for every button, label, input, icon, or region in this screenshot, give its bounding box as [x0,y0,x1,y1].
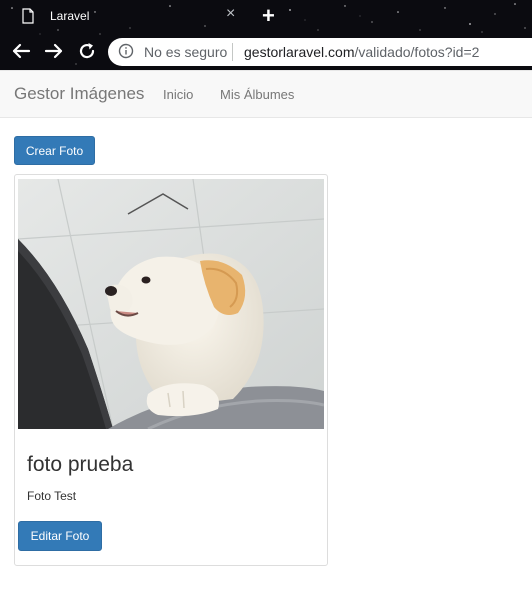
reload-icon[interactable] [76,40,98,62]
app-navbar: Gestor Imágenes Inicio Mis Álbumes [0,70,532,118]
photo-card: foto prueba Foto Test Editar Foto [14,174,328,566]
address-bar[interactable]: No es seguro gestorlaravel.com/validado/… [108,38,532,66]
url-text[interactable]: gestorlaravel.com/validado/fotos?id=2 [244,44,479,60]
nav-link-mis-albumes[interactable]: Mis Álbumes [220,87,294,102]
browser-chrome: Laravel × + No es seguro gestorlaravel.c… [0,0,532,70]
back-arrow-icon[interactable] [10,40,32,62]
url-path: /validado/fotos?id=2 [354,44,480,60]
new-tab-icon[interactable]: + [262,5,275,27]
edit-photo-button[interactable]: Editar Foto [18,521,102,551]
security-label: No es seguro [144,44,228,60]
document-icon [22,8,34,24]
forward-arrow-icon[interactable] [43,40,65,62]
info-icon[interactable] [118,43,134,59]
browser-tab[interactable]: Laravel × [8,4,248,30]
close-tab-icon[interactable]: × [226,6,235,22]
photo-title: foto prueba [27,453,134,476]
photo-description: Foto Test [27,489,77,503]
puppy-photo-icon [18,179,324,429]
nav-link-inicio[interactable]: Inicio [163,87,193,102]
url-host: gestorlaravel.com [244,44,355,60]
tab-title: Laravel [50,9,90,23]
address-separator [232,43,233,61]
photo-image[interactable] [18,179,324,429]
navbar-brand[interactable]: Gestor Imágenes [14,84,144,104]
create-photo-button[interactable]: Crear Foto [14,136,95,165]
